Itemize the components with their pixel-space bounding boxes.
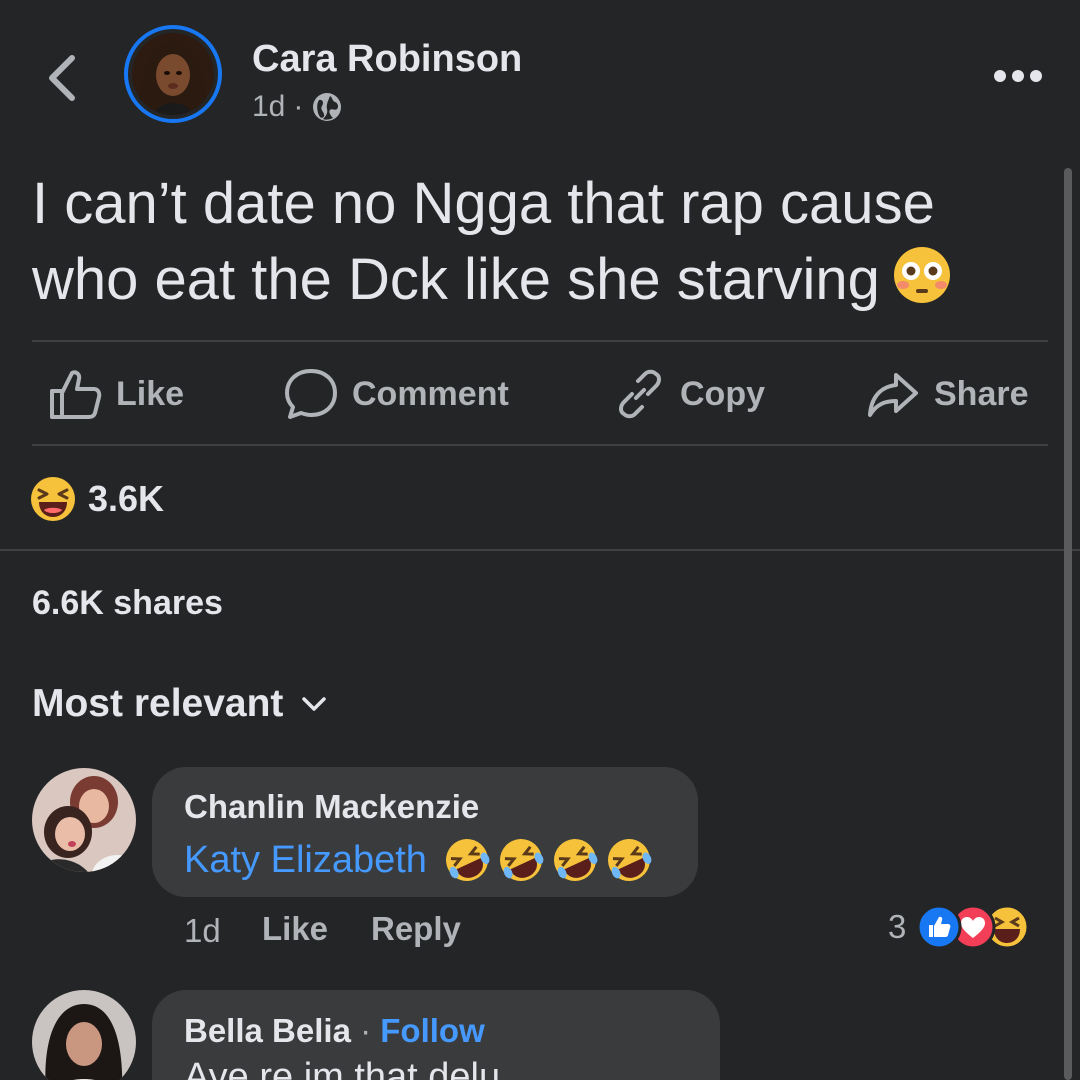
comment-emojis <box>443 836 653 884</box>
author-separator: · <box>360 1012 372 1049</box>
link-icon <box>619 369 661 419</box>
comment-author-row: Bella Belia · Follow <box>184 1012 485 1050</box>
divider-reactions <box>0 549 1080 551</box>
comment-button[interactable]: Comment <box>284 362 509 426</box>
share-label: Share <box>934 374 1029 413</box>
post-reactions[interactable]: 3.6K <box>30 476 164 522</box>
comment-text: Aye re im that delu <box>184 1056 500 1080</box>
share-count[interactable]: 6.6K shares <box>32 584 223 623</box>
comment-body: Aye re im that delu <box>184 1056 501 1080</box>
post-time[interactable]: 1d <box>252 90 285 124</box>
chevron-left-icon <box>49 55 75 101</box>
commenter-photo <box>32 990 136 1080</box>
share-arrow-icon <box>868 373 918 417</box>
rofl-icon <box>445 839 490 881</box>
reaction-count: 3.6K <box>88 478 165 519</box>
comment-sort-dropdown[interactable]: Most relevant <box>32 682 327 726</box>
post-screen: Cara Robinson 1d · I can’t date no Ngga … <box>0 0 1080 1080</box>
comment-time[interactable]: 1d <box>184 912 221 950</box>
like-reaction-icon <box>916 904 962 950</box>
share-button[interactable]: Share <box>866 362 1029 426</box>
rofl-icon <box>553 839 598 881</box>
like-label: Like <box>116 374 185 413</box>
comment-like-button[interactable]: Like <box>262 910 328 948</box>
commenter-photo <box>32 768 136 872</box>
comment-author[interactable]: Bella Belia <box>184 1012 351 1049</box>
sort-label: Most relevant <box>32 682 284 725</box>
meta-separator: · <box>293 90 304 123</box>
comment-reply-button[interactable]: Reply <box>371 910 461 948</box>
like-button[interactable]: Like <box>48 362 184 426</box>
post-body: I can’t date no Ngga that rap cause who … <box>32 171 935 312</box>
author-avatar-photo <box>132 33 214 115</box>
laughing-face-icon <box>31 477 75 521</box>
comment-avatar[interactable] <box>32 990 136 1080</box>
post-meta: 1d · <box>252 90 343 124</box>
copy-button[interactable]: Copy <box>614 362 765 426</box>
comment-bubble-icon <box>285 369 337 419</box>
scrollbar[interactable] <box>1064 168 1072 1080</box>
flushed-face-icon <box>892 245 952 324</box>
divider-top <box>32 340 1048 342</box>
globe-icon <box>313 93 342 121</box>
more-dots-icon <box>994 70 1042 82</box>
more-options-button[interactable] <box>992 62 1044 90</box>
comment-text: Katy Elizabeth <box>184 836 653 884</box>
copy-label: Copy <box>680 374 765 413</box>
comment-reactions[interactable]: 3 <box>888 904 1030 950</box>
comment-label: Comment <box>352 374 509 413</box>
comment-reaction-count: 3 <box>888 908 907 945</box>
comment-avatar[interactable] <box>32 768 136 872</box>
author-avatar[interactable] <box>124 25 222 123</box>
thumbs-up-icon <box>50 370 102 419</box>
rofl-icon <box>607 839 652 881</box>
follow-button[interactable]: Follow <box>380 1012 484 1049</box>
rofl-icon <box>499 839 544 881</box>
chevron-down-icon <box>302 697 327 711</box>
mention-link[interactable]: Katy Elizabeth <box>184 839 427 882</box>
comment-author[interactable]: Chanlin Mackenzie <box>184 788 479 826</box>
divider-actions <box>32 444 1048 446</box>
back-button[interactable] <box>40 52 84 104</box>
post-text: I can’t date no Ngga that rap cause who … <box>32 166 1032 324</box>
author-name[interactable]: Cara Robinson <box>252 38 522 81</box>
